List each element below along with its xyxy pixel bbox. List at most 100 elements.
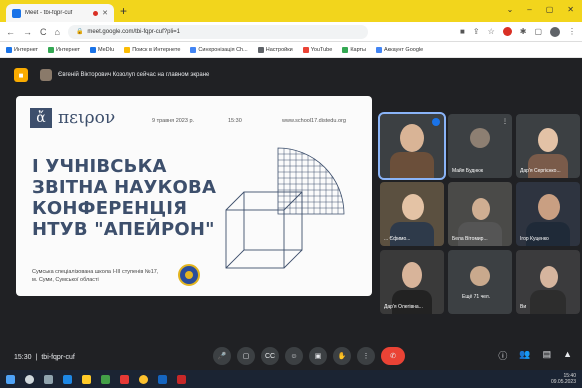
chat-icon[interactable]: ▤ [543, 349, 552, 362]
bookmark[interactable]: Аккаунт Google [376, 46, 423, 53]
app-icon[interactable] [101, 374, 110, 384]
participant-tile[interactable]: ⋮ Майя Буднюк [448, 114, 512, 178]
speaking-icon [432, 118, 440, 126]
toolbar-right: ■ ⇪ ☆ ✱ ▢ ⋮ [460, 26, 576, 37]
participant-avatar [470, 266, 490, 286]
app-icon[interactable] [177, 374, 186, 384]
profile-avatar[interactable] [550, 26, 560, 37]
microphone-button[interactable]: 🎤 [213, 347, 231, 365]
people-icon[interactable]: 👥 [519, 349, 530, 362]
more-options-icon[interactable]: ⋮ [502, 118, 508, 125]
edge-icon[interactable] [63, 374, 72, 384]
tab-title: Meet - tbi-fqpr-cuf [25, 10, 73, 16]
camera-icon[interactable]: ■ [460, 27, 465, 36]
bookmark-icon [257, 46, 264, 53]
home-icon[interactable]: ⌂ [55, 27, 60, 37]
close-tab-icon[interactable]: ✕ [102, 9, 108, 17]
present-button[interactable]: ▣ [309, 347, 327, 365]
separator: | [35, 353, 38, 361]
participant-name: Дар'я Сергієнко... [520, 168, 561, 174]
bookmark-icon [90, 46, 96, 53]
slide-time: 15:30 [228, 118, 242, 124]
self-view-tile[interactable]: Ви [516, 250, 580, 314]
url-field[interactable]: 🔒 meet.google.com/tbi-fqpr-cuf?pli=1 [67, 24, 368, 39]
extension-icon[interactable] [502, 27, 512, 36]
participant-name: Ви [520, 304, 527, 310]
extensions-puzzle-icon[interactable]: ✱ [520, 27, 527, 36]
tab-search-icon[interactable]: ⌄ [507, 5, 514, 14]
more-options-button[interactable]: ⋮ [357, 347, 375, 365]
captions-button[interactable]: CC [261, 347, 279, 365]
explorer-icon[interactable] [82, 374, 91, 384]
back-icon[interactable]: ← [6, 27, 15, 37]
sidepanel-icon[interactable]: ▢ [534, 27, 542, 36]
participant-face [538, 128, 558, 152]
meet-favicon-icon [12, 8, 21, 18]
reactions-button[interactable]: ☺ [285, 347, 303, 365]
bookmark[interactable]: Поиск в Интернете [124, 46, 180, 53]
bookmark-icon [6, 46, 12, 53]
slides-logo-icon: ■ [14, 68, 28, 82]
menu-icon[interactable]: ⋮ [568, 27, 576, 36]
browser-tab[interactable]: Meet - tbi-fqpr-cuf ✕ [6, 4, 114, 22]
reload-icon[interactable]: C [40, 27, 47, 37]
participant-tile[interactable] [378, 112, 446, 180]
search-icon[interactable] [25, 374, 34, 384]
slide-school: Сумська спеціалізована школа І-ІІІ ступе… [32, 269, 159, 283]
participant-figure [530, 290, 566, 314]
participant-tile[interactable]: Бела Вітомир... [448, 182, 512, 246]
bookmark-icon [342, 46, 349, 53]
participant-figure [390, 152, 434, 178]
url-text: meet.google.com/tbi-fqpr-cuf?pli=1 [87, 28, 180, 35]
participant-face [402, 262, 422, 288]
camera-button[interactable]: ▢ [237, 347, 255, 365]
meeting-details: 15:30 | tbi-fqpr-cuf [14, 354, 75, 361]
bookmark[interactable]: Интернет [6, 46, 38, 53]
more-participants-tile[interactable]: Ещё 71 чел. [448, 250, 512, 314]
bookmark[interactable]: Настройки [257, 46, 293, 53]
lock-icon: 🔒 [75, 29, 84, 35]
bookmark[interactable]: Интернет [48, 46, 80, 53]
app-icon[interactable] [158, 374, 167, 384]
share-icon[interactable]: ⇪ [473, 27, 480, 36]
star-icon[interactable]: ☆ [488, 27, 495, 36]
bookmark[interactable]: YouTube [302, 46, 332, 53]
forward-icon[interactable]: → [23, 27, 32, 37]
participant-name: Ігор Куценко [520, 236, 549, 242]
bookmark-icon [48, 46, 54, 53]
leave-call-button[interactable]: ✆ [381, 347, 405, 365]
bookmark[interactable]: MeDIu [90, 46, 114, 53]
chrome-icon[interactable] [139, 374, 148, 384]
participant-name: ... Єфимо... [384, 236, 411, 242]
new-tab-button[interactable]: + [120, 4, 127, 18]
participant-face [538, 194, 560, 220]
participant-tile[interactable]: Дар'я Сергієнко... [516, 114, 580, 178]
more-participants-count: Ещё 71 чел. [462, 294, 491, 300]
close-window-button[interactable]: ✕ [567, 5, 574, 14]
activities-icon[interactable]: ▲ [563, 349, 572, 362]
slide-logo-mark: ἄ [30, 108, 52, 128]
side-controls: ⓘ 👥 ▤ ▲ [498, 349, 572, 362]
bookmark-icon [124, 46, 131, 53]
os-taskbar: 15:40 09.05.2023 [0, 370, 582, 388]
bookmark[interactable]: Синхронізація Ch... [190, 46, 248, 53]
app-icon[interactable] [120, 374, 129, 384]
bookmark-icon [376, 46, 382, 53]
browser-tabbar: Meet - tbi-fqpr-cuf ✕ + ⌄ – ▢ ✕ [0, 0, 582, 22]
maximize-button[interactable]: ▢ [546, 5, 554, 14]
bookmark[interactable]: Карты [342, 46, 366, 53]
system-clock[interactable]: 15:40 09.05.2023 [551, 373, 576, 385]
participant-tile[interactable]: Ігор Куценко [516, 182, 580, 246]
participant-face [540, 266, 558, 288]
participant-tile[interactable]: ... Єфимо... [380, 182, 444, 246]
windows-start-icon[interactable] [6, 374, 15, 384]
slide-date: 9 травня 2023 р. [152, 118, 195, 124]
info-icon[interactable]: ⓘ [498, 349, 507, 362]
raise-hand-button[interactable]: ✋ [333, 347, 351, 365]
participant-figure [390, 222, 434, 246]
participant-tile[interactable]: Дар'я Олегівна... [380, 250, 444, 314]
minimize-button[interactable]: – [527, 5, 531, 14]
participant-figure [458, 222, 502, 246]
participant-figure [528, 154, 568, 178]
task-view-icon[interactable] [44, 374, 53, 384]
